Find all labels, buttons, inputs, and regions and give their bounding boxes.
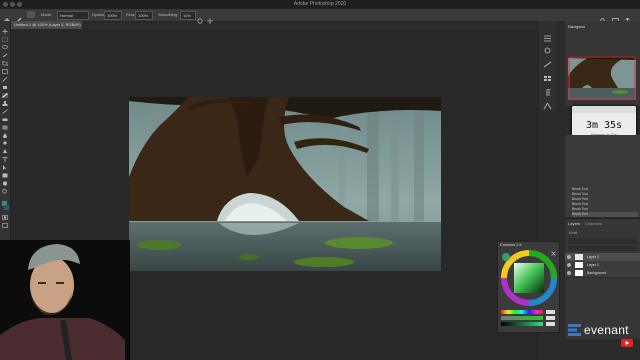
saturation-slider[interactable] bbox=[501, 316, 543, 320]
evenant-logo-icon bbox=[568, 323, 581, 336]
share-icon[interactable] bbox=[624, 11, 631, 22]
layer-name: Layer 1 bbox=[587, 263, 599, 267]
search-icon[interactable] bbox=[600, 11, 607, 25]
brush-preset-icon[interactable] bbox=[15, 11, 22, 24]
eraser-tool-icon[interactable] bbox=[2, 117, 8, 122]
youtube-icon[interactable] bbox=[621, 339, 633, 347]
kind-filter[interactable]: Kind bbox=[569, 230, 577, 235]
move-tool-icon[interactable] bbox=[2, 29, 8, 34]
layer-thumbnail bbox=[575, 262, 583, 268]
mode-label: Mode: bbox=[41, 12, 53, 17]
window-title: Adobe Photoshop 2020 bbox=[293, 1, 347, 7]
navigator-thumbnail[interactable] bbox=[568, 56, 636, 100]
smoothing-field[interactable]: 10% bbox=[180, 11, 196, 20]
layers-tab[interactable]: Layers bbox=[568, 221, 580, 226]
path-selection-tool-icon[interactable] bbox=[2, 165, 8, 170]
home-icon[interactable] bbox=[4, 11, 10, 24]
clone-stamp-tool-icon[interactable] bbox=[2, 101, 8, 106]
blend-mode-select[interactable] bbox=[568, 238, 637, 244]
navigator-tab[interactable]: Navigator bbox=[568, 24, 585, 29]
coolorus-color-panel: Coolorus 2.5 bbox=[497, 241, 560, 333]
smoothing-settings-icon[interactable] bbox=[197, 11, 203, 24]
workspace-icon[interactable] bbox=[612, 11, 619, 24]
hue-slider[interactable] bbox=[501, 310, 543, 314]
timer-display: 3m 35s bbox=[585, 120, 623, 131]
frame-tool-icon[interactable] bbox=[2, 69, 8, 74]
brush-size-picker[interactable] bbox=[27, 11, 35, 18]
color-wheel[interactable] bbox=[499, 248, 558, 308]
smoothing-label: Smoothing: bbox=[158, 12, 179, 17]
flow-field[interactable]: 100% bbox=[135, 11, 153, 20]
properties-icon[interactable] bbox=[543, 29, 552, 42]
mode-select[interactable]: Normal bbox=[57, 11, 89, 20]
saturation-value-field[interactable] bbox=[546, 316, 555, 320]
type-tool-icon[interactable] bbox=[2, 157, 8, 162]
pen-tool-icon[interactable] bbox=[2, 149, 8, 154]
painting-canvas[interactable] bbox=[129, 97, 441, 271]
history-brush-tool-icon[interactable] bbox=[2, 109, 8, 114]
paragraph-icon[interactable] bbox=[543, 83, 552, 96]
adjustments-icon[interactable] bbox=[543, 41, 552, 54]
visibility-eye-icon[interactable] bbox=[567, 271, 571, 275]
swatches-icon[interactable] bbox=[543, 69, 552, 81]
blur-tool-icon[interactable] bbox=[2, 133, 8, 138]
hue-value-field[interactable] bbox=[546, 310, 555, 314]
visibility-eye-icon[interactable] bbox=[567, 263, 571, 267]
lock-options[interactable] bbox=[568, 246, 637, 251]
zoom-tool-icon[interactable] bbox=[2, 189, 8, 194]
character-icon[interactable] bbox=[543, 97, 552, 110]
dodge-tool-icon[interactable] bbox=[2, 141, 8, 146]
webcam-overlay bbox=[0, 240, 130, 360]
layer-thumbnail bbox=[575, 254, 583, 260]
timer-titlebar[interactable] bbox=[572, 106, 636, 113]
screen-mode-icon[interactable] bbox=[2, 223, 8, 228]
history-item[interactable]: Brush Tool bbox=[572, 212, 638, 217]
document-tab[interactable]: Untitled-1 @ 100% (Layer 2, RGB/8*) bbox=[10, 21, 82, 29]
brightness-value-field[interactable] bbox=[546, 322, 555, 326]
symmetry-icon[interactable] bbox=[207, 11, 213, 24]
collapsed-panels-strip bbox=[539, 21, 556, 111]
marquee-tool-icon[interactable] bbox=[2, 37, 8, 42]
brightness-slider[interactable] bbox=[501, 322, 543, 326]
quick-mask-icon[interactable] bbox=[2, 215, 8, 220]
eyedropper-tool-icon[interactable] bbox=[2, 77, 8, 82]
tools-panel bbox=[0, 21, 11, 241]
hand-tool-icon[interactable] bbox=[2, 181, 8, 186]
layer-row[interactable]: Background bbox=[565, 269, 640, 278]
layer-thumbnail bbox=[575, 270, 583, 276]
healing-brush-tool-icon[interactable] bbox=[2, 85, 8, 90]
history-panel: Brush Tool Brush Tool Brush Tool Brush T… bbox=[565, 135, 640, 217]
window-titlebar: Adobe Photoshop 2020 bbox=[0, 0, 640, 9]
background-color-swatch[interactable] bbox=[4, 205, 9, 210]
watermark-text: evenant bbox=[584, 323, 629, 337]
rectangle-tool-icon[interactable] bbox=[2, 173, 8, 178]
brush-tool-icon[interactable] bbox=[2, 93, 8, 98]
gradient-tool-icon[interactable] bbox=[2, 125, 8, 130]
layer-name: Background bbox=[587, 271, 607, 275]
visibility-eye-icon[interactable] bbox=[567, 255, 571, 259]
quick-select-tool-icon[interactable] bbox=[2, 53, 8, 58]
color-panel-title: Coolorus 2.5 bbox=[500, 243, 522, 247]
crop-tool-icon[interactable] bbox=[2, 61, 8, 66]
opacity-field[interactable]: 100% bbox=[104, 11, 122, 20]
brushes-icon[interactable] bbox=[543, 55, 552, 68]
channels-tab[interactable]: Channels bbox=[585, 221, 602, 226]
layer-name: Layer 2 bbox=[587, 255, 599, 259]
lasso-tool-icon[interactable] bbox=[2, 45, 8, 50]
